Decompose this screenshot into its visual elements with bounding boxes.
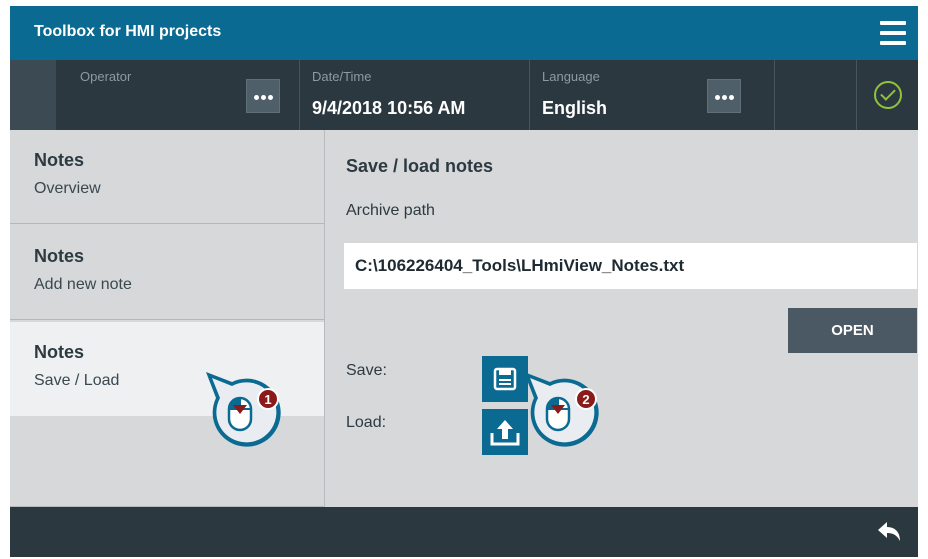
nav-item-add-new-note[interactable]: Notes Add new note: [10, 226, 324, 320]
datetime-value: 9/4/2018 10:56 AM: [312, 98, 466, 118]
status-bar-handle: [10, 60, 56, 130]
status-separator: [529, 60, 530, 130]
language-value: English: [542, 98, 608, 118]
language-more-button[interactable]: [707, 79, 741, 113]
nav-item-subtitle: Save / Load: [34, 372, 120, 389]
back-arrow-icon[interactable]: [876, 520, 902, 544]
check-circle-icon[interactable]: [874, 81, 902, 109]
mouse-click-callout: 1: [206, 372, 281, 447]
callout-number: 2: [582, 392, 589, 407]
nav-item-title: Notes: [34, 342, 85, 362]
hamburger-menu-icon[interactable]: [878, 19, 908, 47]
callout-number: 1: [264, 392, 271, 407]
language-caption: Language: [542, 69, 600, 84]
archive-path-label: Archive path: [346, 202, 435, 219]
open-button[interactable]: OPEN: [788, 308, 917, 353]
datetime-caption: Date/Time: [312, 69, 372, 84]
status-separator: [774, 60, 775, 130]
save-label: Save:: [346, 362, 387, 379]
operator-caption: Operator: [80, 69, 132, 84]
status-bar: Operator Date/Time 9/4/2018 10:56 AM Lan…: [10, 60, 918, 130]
footer-bar: [10, 507, 918, 557]
status-separator: [299, 60, 300, 130]
main-panel: Save / load notes Archive path OPEN Save…: [325, 130, 918, 507]
page-title: Save / load notes: [346, 156, 494, 176]
mouse-click-callout: 2: [524, 372, 599, 447]
app-title: Toolbox for HMI projects: [34, 23, 222, 40]
nav-item-subtitle: Add new note: [34, 276, 132, 293]
status-separator: [856, 60, 857, 130]
nav-item-title: Notes: [34, 150, 85, 170]
title-bar: Toolbox for HMI projects: [10, 6, 918, 60]
archive-path-input[interactable]: [344, 243, 917, 289]
hmi-screen: Toolbox for HMI projects Operator Date/T…: [10, 6, 918, 557]
nav-item-title: Notes: [34, 246, 85, 266]
operator-more-button[interactable]: [246, 79, 280, 113]
nav-item-overview[interactable]: Notes Overview: [10, 130, 324, 224]
nav-item-subtitle: Overview: [34, 180, 101, 197]
load-label: Load:: [346, 414, 387, 431]
